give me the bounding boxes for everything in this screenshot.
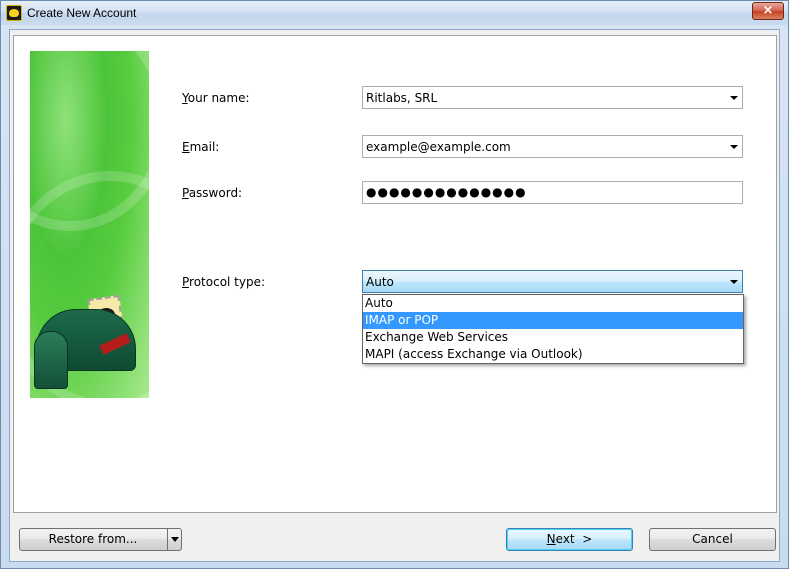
protocol-option-ews[interactable]: Exchange Web Services [363,329,743,346]
name-value: Ritlabs, SRL [366,91,438,105]
protocol-dropdown-list: Auto IMAP or POP Exchange Web Services M… [362,294,744,364]
protocol-label: Protocol type: [182,275,265,289]
chevron-down-icon[interactable] [730,96,738,100]
email-value: example@example.com [366,140,511,154]
protocol-option-imap-pop[interactable]: IMAP or POP [363,312,743,329]
restore-from-button[interactable]: Restore from... [19,528,182,551]
password-value: ●●●●●●●●●●●●●● [366,185,527,199]
protocol-label-accesskey: P [182,275,190,289]
cancel-button[interactable]: Cancel [649,528,776,551]
restore-from-label: Restore from... [48,532,138,546]
mailbox-banner [30,51,149,398]
password-label: Password: [182,186,242,200]
name-label-text: our name: [187,91,250,105]
mailbox-door-icon [34,331,68,389]
email-label: Email: [182,140,219,154]
name-label: Your name: [182,91,250,105]
window-title: Create New Account [27,6,137,20]
chevron-down-icon[interactable] [730,145,738,149]
next-accesskey: N [546,532,556,546]
bat-logo-icon [6,5,22,21]
email-label-text: mail: [189,140,220,154]
restore-dropdown-arrow-icon[interactable] [167,528,182,551]
chevron-down-icon[interactable] [730,280,738,284]
protocol-combo[interactable]: Auto [362,270,743,293]
next-button[interactable]: Next > [506,528,633,551]
password-label-accesskey: P [182,186,189,200]
name-combo[interactable]: Ritlabs, SRL [362,86,743,109]
email-label-accesskey: E [182,140,190,154]
protocol-value: Auto [366,275,394,289]
password-field[interactable]: ●●●●●●●●●●●●●● [362,181,743,204]
protocol-option-mapi[interactable]: MAPI (access Exchange via Outlook) [363,346,743,363]
password-label-text: assword: [188,186,243,200]
protocol-option-auto[interactable]: Auto [363,295,743,312]
next-label: ext > [555,532,593,546]
protocol-label-text: rotocol type: [189,275,266,289]
cancel-label: Cancel [692,532,733,546]
close-button[interactable]: × [752,2,784,20]
title-bar[interactable]: Create New Account × [1,1,788,25]
email-combo[interactable]: example@example.com [362,135,743,158]
